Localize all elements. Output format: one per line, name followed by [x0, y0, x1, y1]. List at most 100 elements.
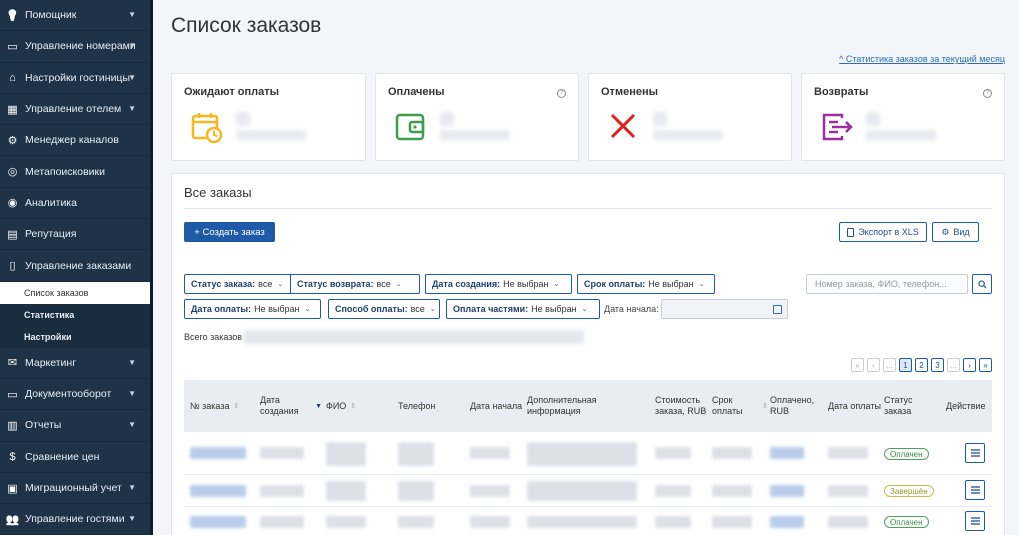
blurred-value — [866, 130, 936, 140]
card-title: Отменены — [601, 86, 658, 98]
chevron-down-icon: ▼ — [128, 420, 136, 430]
sidebar-item[interactable]: ◉ Аналитика — [0, 188, 150, 220]
document-icon — [847, 227, 855, 237]
filter-dropdown[interactable]: Срок оплаты: Не выбран ⌄ — [577, 274, 715, 294]
sidebar-item[interactable]: ▭ Управление номерами ▼ — [0, 31, 150, 63]
column-header-label: Действие — [946, 400, 986, 411]
card-title: Возвраты — [814, 86, 869, 98]
sort-icon[interactable]: ⇕ — [233, 401, 239, 412]
search-icon — [977, 279, 987, 289]
sidebar-item[interactable]: ⌂ Настройки гостиницы ▼ — [0, 63, 150, 94]
search-input[interactable]: Номер заказа, ФИО, телефон... — [806, 274, 968, 294]
sidebar-item[interactable]: ▥ Отчеты ▼ — [0, 410, 150, 442]
page-button[interactable]: « — [851, 358, 864, 372]
sidebar-item-label: Помощник — [25, 9, 77, 22]
page-button[interactable]: » — [979, 358, 992, 372]
blurred-link[interactable] — [190, 485, 246, 497]
column-header: Оплачено, RUB — [770, 380, 826, 432]
target-icon: ◉ — [7, 197, 18, 210]
page-button[interactable]: ‹ — [867, 358, 880, 372]
chevron-down-icon: ⌄ — [581, 306, 588, 313]
sidebar-item[interactable]: ▤ Репутация — [0, 219, 150, 251]
blurred-cell — [655, 516, 691, 528]
page-button[interactable]: ... — [947, 358, 960, 372]
sidebar-item[interactable]: ✉ Маркетинг ▼ — [0, 348, 150, 379]
column-header[interactable]: ФИО ⇕ — [326, 380, 396, 432]
search-button[interactable] — [972, 274, 992, 294]
main-content: Список заказов ^ Статистика заказов за т… — [153, 0, 1019, 535]
row-menu-button[interactable] — [965, 480, 985, 500]
sidebar-item[interactable]: ⚙ Менеджер каналов — [0, 125, 150, 157]
column-header-label: Дата оплаты — [828, 400, 881, 411]
view-label: Вид — [953, 227, 970, 237]
row-menu-button[interactable] — [965, 511, 985, 531]
filter-dropdown[interactable]: Дата оплаты: Не выбран ⌄ — [184, 299, 321, 319]
card-paid: Оплачены ? — [375, 73, 579, 161]
blurred-link[interactable] — [770, 447, 804, 459]
filter-dropdown[interactable]: Дата создания: Не выбран ⌄ — [425, 274, 572, 294]
calendar-clock-icon — [191, 113, 223, 144]
sidebar-item[interactable]: ▯ Управление заказами — [0, 250, 150, 282]
blurred-cell — [655, 485, 691, 497]
blurred-cell — [398, 442, 434, 466]
blurred-cell — [398, 481, 434, 501]
sidebar-subitem[interactable]: Статистика — [0, 303, 150, 326]
sidebar-subitem[interactable]: Список заказов — [0, 281, 150, 304]
blurred-cell — [260, 516, 304, 528]
blurred-link[interactable] — [770, 485, 804, 497]
sidebar-item[interactable]: ▭ Документооборот ▼ — [0, 379, 150, 411]
sidebar-item[interactable]: $ Сравнение цен — [0, 442, 150, 473]
blurred-total — [244, 330, 584, 344]
filter-key: Статус возврата: — [297, 279, 374, 289]
sort-icon[interactable]: ▼ — [315, 401, 322, 412]
column-header[interactable]: № заказа ⇕ — [190, 380, 256, 432]
blurred-cell — [470, 485, 510, 497]
card-returns: Возвраты ? — [801, 73, 1005, 161]
chevron-down-icon: ⌄ — [429, 306, 436, 313]
column-header-label: Статус заказа — [884, 395, 913, 416]
sidebar-item[interactable]: 💡 Помощник ▼ — [0, 0, 150, 32]
column-header-label: Дата начала — [470, 400, 523, 411]
column-header[interactable]: Срок оплаты ⇕ — [712, 380, 768, 432]
view-button[interactable]: ⚙ Вид — [932, 222, 979, 242]
id-card-icon: ▣ — [7, 482, 18, 495]
help-icon[interactable]: ? — [557, 89, 566, 98]
date-start-input[interactable] — [661, 299, 788, 319]
sidebar-item[interactable]: ◎ Метапоисковики — [0, 156, 150, 188]
calendar-icon[interactable] — [773, 305, 782, 314]
sidebar-item[interactable]: 👥 Управление гостями ▼ — [0, 504, 150, 535]
column-header: Статус заказа — [884, 380, 942, 432]
page-button[interactable]: 1 — [899, 358, 912, 372]
status-badge: Завершён — [884, 485, 934, 497]
sort-icon[interactable]: ⇕ — [762, 401, 768, 412]
sidebar-item[interactable]: ▦ Управление отелем ▼ — [0, 94, 150, 126]
filter-dropdown[interactable]: Способ оплаты: все ⌄ — [328, 299, 440, 319]
blurred-link[interactable] — [190, 516, 246, 528]
page-button[interactable]: 2 — [915, 358, 928, 372]
blurred-link[interactable] — [190, 447, 246, 459]
mail-icon: ✉ — [7, 357, 18, 370]
table-header: № заказа ⇕ Дата создания ▼ ФИО ⇕ Телефон Дата н… — [184, 380, 992, 432]
sort-icon[interactable]: ⇕ — [350, 401, 356, 412]
create-order-button[interactable]: + Создать заказ — [184, 222, 275, 242]
row-menu-button[interactable] — [965, 443, 985, 463]
blurred-value — [440, 112, 454, 126]
page-button[interactable]: › — [963, 358, 976, 372]
column-header: Дата начала — [470, 380, 525, 432]
column-header[interactable]: Дата создания ▼ — [260, 380, 322, 432]
stats-toggle-link[interactable]: ^ Статистика заказов за текущий месяц — [839, 54, 1005, 64]
filter-key: Статус заказа: — [191, 279, 256, 289]
blurred-value — [653, 112, 667, 126]
help-icon[interactable]: ? — [983, 89, 992, 98]
page-button[interactable]: 3 — [931, 358, 944, 372]
page-title: Список заказов — [171, 14, 322, 37]
blurred-cell — [527, 516, 637, 528]
export-xls-button[interactable]: Экспорт в XLS — [839, 222, 927, 242]
page-button[interactable]: ... — [883, 358, 896, 372]
filter-dropdown[interactable]: Статус возврата: все ⌄ — [290, 274, 420, 294]
blurred-link[interactable] — [770, 516, 804, 528]
sidebar-subitem[interactable]: Настройки — [0, 325, 150, 348]
filter-dropdown[interactable]: Статус заказа: все ⌄ — [184, 274, 296, 294]
filter-dropdown[interactable]: Оплата частями: Не выбран ⌄ — [446, 299, 600, 319]
sidebar-item[interactable]: ▣ Миграционный учет ▼ — [0, 473, 150, 505]
